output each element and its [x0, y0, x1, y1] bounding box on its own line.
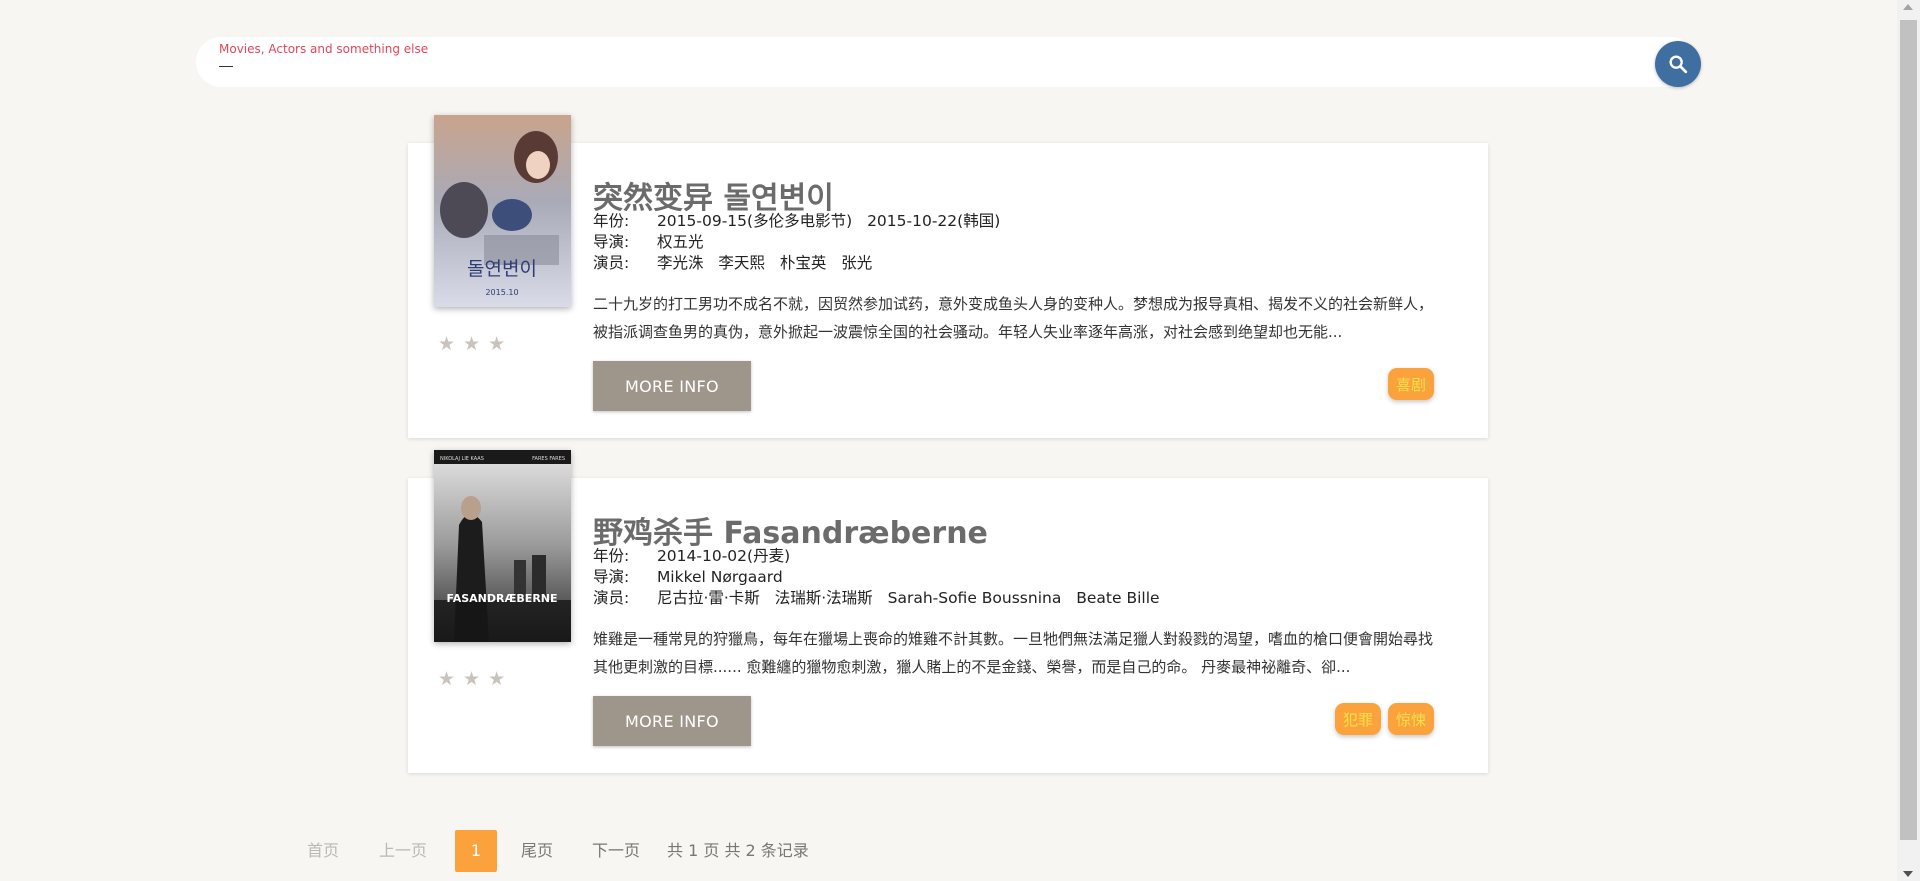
next-page-link[interactable]: 下一页	[592, 830, 640, 872]
year-row: 年份: 2015-09-15(多伦多电影节) 2015-10-22(韩国)	[593, 211, 1010, 232]
genre-tags: 犯罪 惊悚	[1334, 703, 1434, 735]
poster-date: 2015.10	[485, 288, 518, 297]
actor-name: Sarah-Sofie Boussnina	[887, 589, 1062, 607]
director-row: 导演: Mikkel Nørgaard	[593, 567, 1170, 588]
year-row: 年份: 2014-10-02(丹麦)	[593, 546, 1170, 567]
release-date: 2015-10-22(韩国)	[867, 212, 1001, 230]
director-name: 权五光	[656, 233, 704, 251]
actor-name: 李光洙	[656, 254, 704, 272]
scrollbar-thumb[interactable]	[1900, 20, 1917, 840]
search-bar[interactable]: Movies, Actors and something else	[196, 37, 1701, 87]
current-page[interactable]: 1	[455, 830, 497, 872]
poster-credit: FARES FARES	[532, 456, 565, 462]
poster-credit: NIKOLAJ LIE KAAS	[440, 456, 484, 462]
movie-poster[interactable]: 돌연변이 2015.10	[434, 115, 571, 307]
director-name: Mikkel Nørgaard	[656, 568, 783, 586]
last-page-link[interactable]: 尾页	[521, 830, 553, 872]
poster-title: 돌연변이	[467, 258, 537, 280]
scroll-down-arrow-icon[interactable]	[1903, 871, 1913, 877]
actor-name: 尼古拉·雷·卡斯	[656, 589, 760, 607]
movie-info: 年份: 2015-09-15(多伦多电影节) 2015-10-22(韩国) 导演…	[593, 211, 1010, 274]
search-icon	[1669, 55, 1688, 74]
page-summary: 共 1 页 共 2 条记录	[667, 841, 809, 860]
movie-poster[interactable]: NIKOLAJ LIE KAAS FARES FARES FASANDRÆBER…	[434, 450, 571, 642]
search-button[interactable]	[1655, 41, 1701, 87]
rating-stars: ★★★	[438, 333, 514, 355]
first-page-link[interactable]: 首页	[307, 830, 339, 872]
year-label: 年份:	[593, 212, 630, 230]
actor-name: Beate Bille	[1076, 589, 1160, 607]
prev-page-link[interactable]: 上一页	[379, 830, 427, 872]
actor-name: 李天熙	[718, 254, 765, 272]
actor-name: 朴宝英	[779, 254, 827, 272]
scrollbar[interactable]	[1897, 0, 1920, 881]
scroll-up-arrow-icon[interactable]	[1903, 4, 1913, 10]
movie-card: NIKOLAJ LIE KAAS FARES FARES FASANDRÆBER…	[408, 450, 1488, 773]
more-info-button[interactable]: MORE INFO	[593, 696, 751, 746]
more-info-button[interactable]: MORE INFO	[593, 361, 751, 411]
release-date: 2015-09-15(多伦多电影节)	[656, 212, 853, 230]
director-label: 导演:	[593, 568, 630, 586]
cast-label: 演员:	[593, 589, 630, 607]
pagination: 首页 上一页 1 尾页 下一页 共 1 页 共 2 条记录	[0, 830, 1920, 872]
genre-tags: 喜剧	[1387, 368, 1434, 400]
cast-row: 演员: 李光洙 李天熙 朴宝英 张光	[593, 253, 1010, 274]
actor-name: 法瑞斯·法瑞斯	[774, 589, 873, 607]
rating-stars: ★★★	[438, 668, 514, 690]
poster-title: FASANDRÆBERNE	[446, 592, 557, 605]
genre-tag[interactable]: 喜剧	[1387, 368, 1434, 400]
genre-tag[interactable]: 惊悚	[1387, 703, 1434, 735]
actor-name: 张光	[841, 254, 873, 272]
movie-description: 二十九岁的打工男功不成名不就，因贸然参加试药，意外变成鱼头人身的变种人。梦想成为…	[593, 295, 1433, 341]
movie-info: 年份: 2014-10-02(丹麦) 导演: Mikkel Nørgaard 演…	[593, 546, 1170, 609]
year-label: 年份:	[593, 547, 630, 565]
movie-description: 雉雞是一種常見的狩獵鳥，每年在獵場上喪命的雉雞不計其數。一旦牠們無法滿足獵人對殺…	[593, 630, 1433, 676]
director-label: 导演:	[593, 233, 630, 251]
text-cursor	[219, 66, 233, 67]
cast-label: 演员:	[593, 254, 630, 272]
genre-tag[interactable]: 犯罪	[1334, 703, 1381, 735]
search-placeholder: Movies, Actors and something else	[219, 42, 429, 56]
cast-row: 演员: 尼古拉·雷·卡斯 法瑞斯·法瑞斯 Sarah-Sofie Boussni…	[593, 588, 1170, 609]
director-row: 导演: 权五光	[593, 232, 1010, 253]
release-date: 2014-10-02(丹麦)	[656, 547, 791, 565]
movie-card: 돌연변이 2015.10 ★★★ 突然变异 돌연변이 年份: 2015-09-1…	[408, 115, 1488, 438]
